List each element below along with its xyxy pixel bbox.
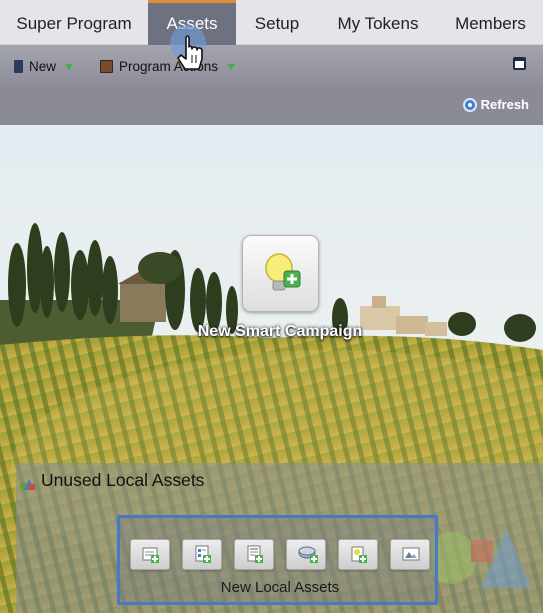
unused-local-assets-header: Unused Local Assets [20,470,204,491]
new-smart-campaign-button[interactable] [242,235,319,312]
new-report-icon [351,546,367,563]
new-smart-campaign-label: New Smart Campaign [197,323,363,340]
new-menu-button[interactable]: New [14,57,74,75]
new-landing-page-button[interactable] [234,539,274,570]
tab-bar: Super Program Assets Setup My Tokens Mem… [0,0,543,45]
new-image-icon [402,547,420,561]
window-layout-icon[interactable] [513,57,526,70]
new-report-button[interactable] [338,539,378,570]
lightbulb-add-icon [265,253,301,291]
tab-members[interactable]: Members [438,0,543,45]
unused-local-assets-title: Unused Local Assets [41,470,205,490]
refresh-label: Refresh [480,97,529,112]
tab-setup[interactable]: Setup [236,0,318,45]
program-actions-icon [100,59,113,73]
new-landing-page-icon [247,545,263,563]
mouse-cursor [166,25,212,82]
new-image-button[interactable] [390,539,430,570]
refresh-icon [462,97,477,112]
refresh-button[interactable]: Refresh [462,97,529,112]
new-menu-label: New [29,58,57,74]
shapes-icon [20,475,36,490]
tab-my-tokens[interactable]: My Tokens [318,0,438,45]
new-email-button[interactable] [130,539,170,570]
refresh-bar: Refresh [0,85,543,125]
decorative-shapes-icon [425,528,531,588]
new-list-icon [298,546,318,563]
new-email-icon [142,547,159,563]
dropdown-arrow-icon [227,64,236,70]
new-list-button[interactable] [286,539,326,570]
new-form-icon [195,545,211,563]
new-local-assets-label: New Local Assets [220,579,340,596]
new-icon [14,59,23,73]
dropdown-arrow-icon [65,64,74,70]
toolbar: New Program Actions [0,45,543,85]
tab-super-program[interactable]: Super Program [0,0,148,45]
new-form-button[interactable] [182,539,222,570]
